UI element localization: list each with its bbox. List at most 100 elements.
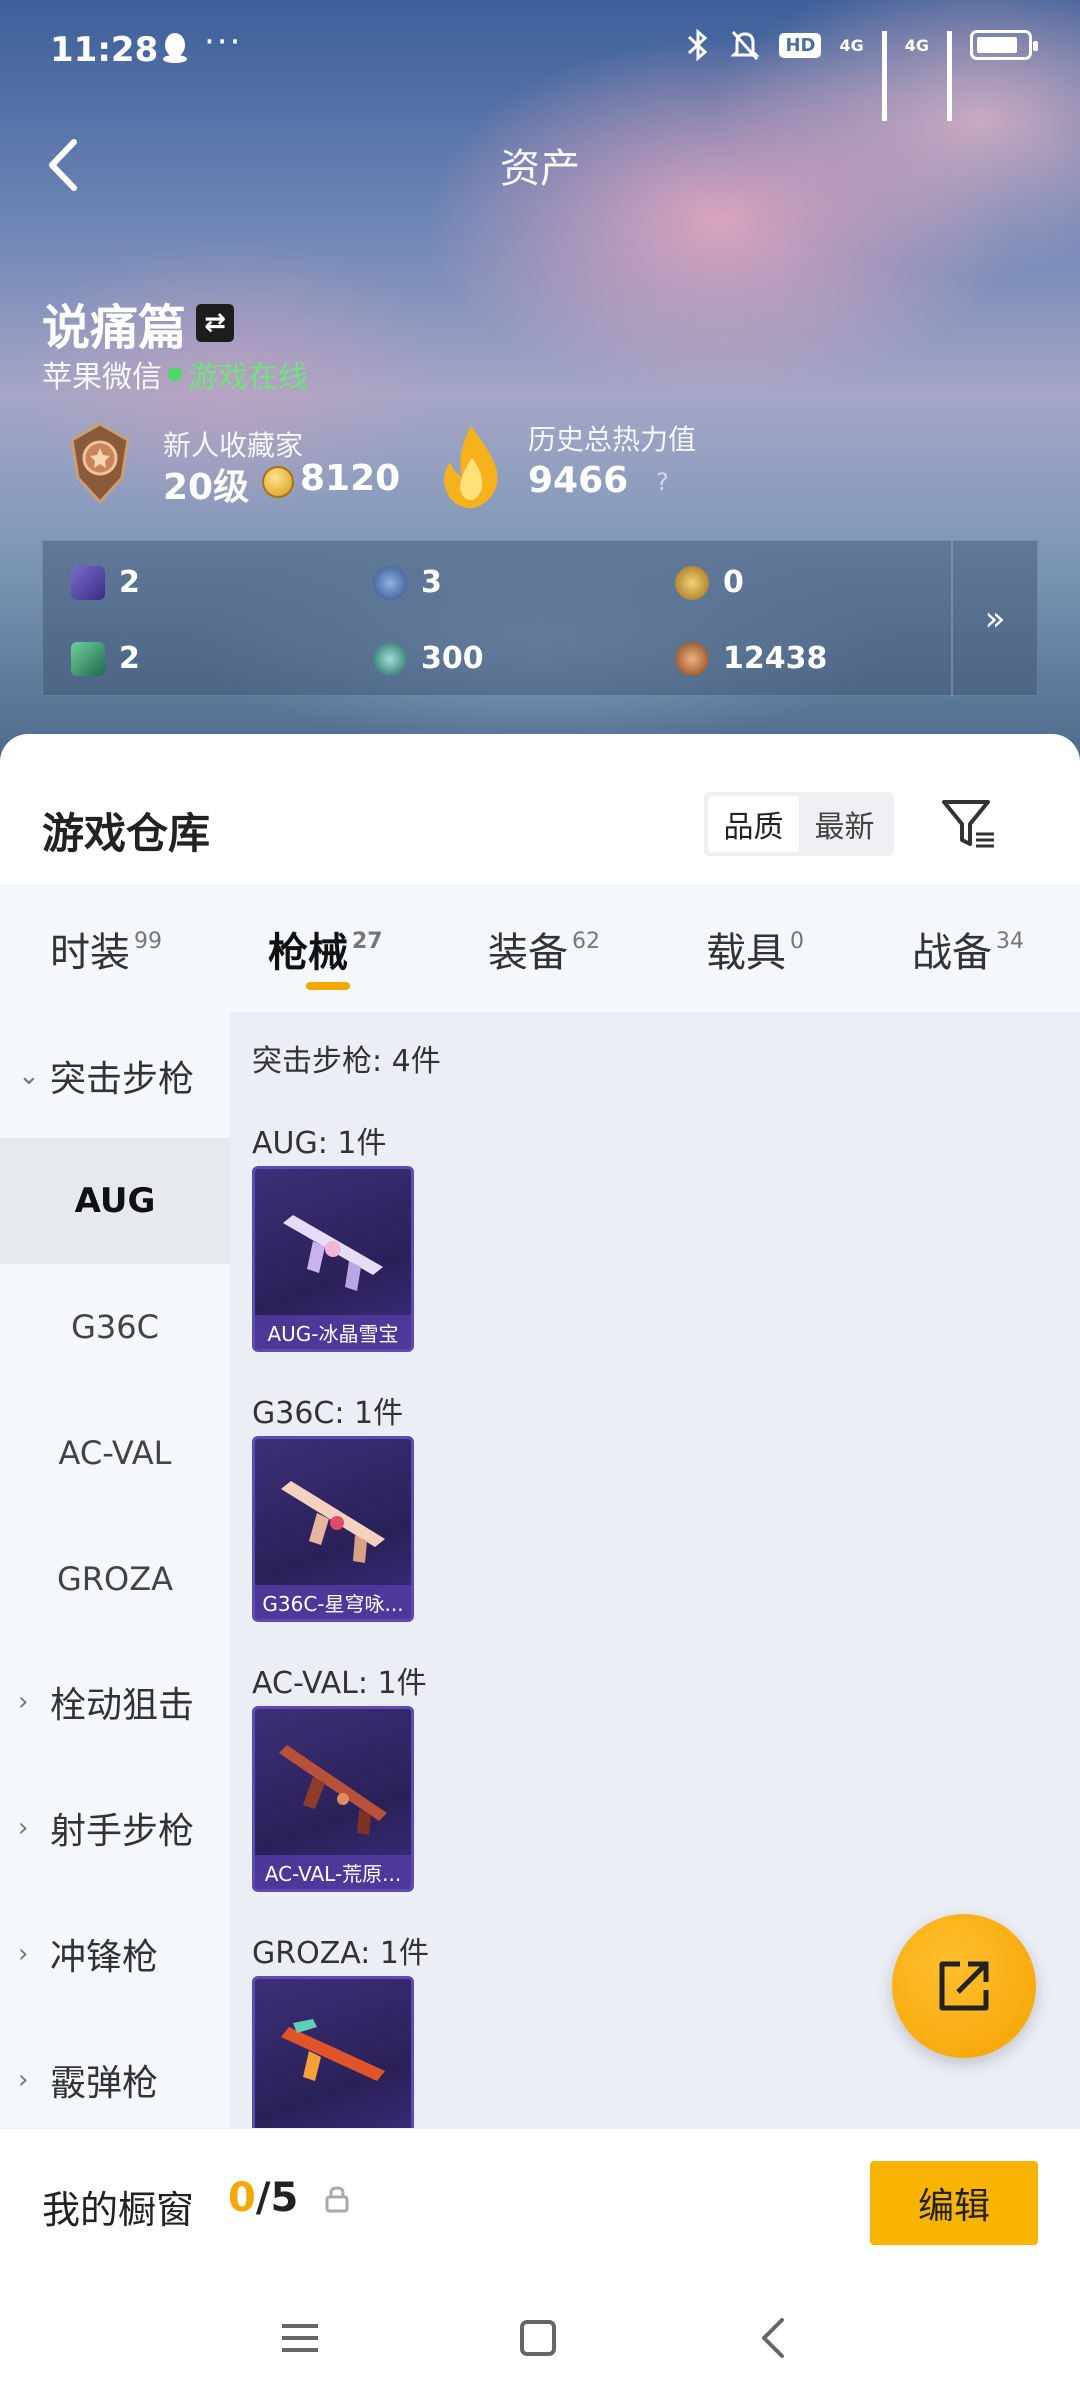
weapon-category-sidebar: ⌄ 突击步枪 AUG G36C AC-VAL GROZA › 栓动狙击 › 射手…: [0, 1012, 230, 2322]
tab-fashion[interactable]: 时装 99: [50, 920, 162, 978]
system-navigation-bar: [0, 2278, 1080, 2400]
online-status: 游戏在线: [188, 360, 308, 395]
sort-newest-option[interactable]: 最新: [799, 796, 890, 852]
green-card-icon: [71, 641, 105, 676]
resource-item: 12438: [675, 641, 827, 676]
ac-val-skin-image: [279, 1745, 387, 1835]
active-tab-indicator: [306, 982, 350, 990]
weapon-skin-card[interactable]: AC-VAL-荒原...: [252, 1706, 414, 1892]
player-name: 说痛篇: [42, 300, 187, 356]
group-label: AUG: 1件: [252, 1126, 387, 1161]
sidebar-item-aug[interactable]: AUG: [0, 1138, 230, 1264]
more-notifications-icon: ···: [204, 22, 243, 62]
tab-vehicles[interactable]: 载具 0: [706, 920, 804, 978]
tab-count: 99: [134, 929, 162, 954]
resource-item: 300: [373, 641, 484, 676]
resource-value: 3: [421, 565, 442, 600]
group-label: GROZA: 1件: [252, 1936, 429, 1971]
category-summary: 突击步枪: 4件: [252, 1044, 441, 1079]
sort-toggle: 品质 最新: [704, 792, 894, 856]
tab-label: 枪械: [268, 930, 348, 976]
chevron-right-icon: ›: [18, 2065, 29, 2095]
chevron-right-icon: ›: [18, 1687, 29, 1717]
flame-icon: [444, 426, 498, 508]
sidebar-category-label: 突击步枪: [50, 1059, 195, 1100]
weapon-skin-card[interactable]: AUG-冰晶雪宝: [252, 1166, 414, 1352]
status-bar: 11:28 ··· HD 4G 4G: [0, 0, 1080, 121]
chevron-right-icon: ›: [18, 1939, 29, 1969]
resource-item: 2: [71, 565, 140, 600]
home-icon[interactable]: [508, 2308, 568, 2368]
bronze-coin-icon: [675, 641, 709, 676]
signal-icon: [881, 31, 887, 121]
player-platform: 苹果微信: [42, 360, 162, 395]
status-icons: HD 4G 4G: [685, 28, 1038, 121]
heat-label: 历史总热力值: [528, 423, 697, 456]
resources-more-button[interactable]: »: [951, 541, 1037, 697]
weapon-skin-card[interactable]: G36C-星穹咏...: [252, 1436, 414, 1622]
teal-coin-icon: [373, 641, 407, 676]
aug-skin-image: [283, 1215, 383, 1291]
external-share-icon: [939, 1961, 989, 2011]
battery-icon: [970, 30, 1038, 60]
status-time: 11:28: [50, 30, 159, 70]
heat-value: 9466: [528, 460, 629, 501]
resource-item: 3: [373, 565, 442, 600]
tab-count: 62: [572, 929, 600, 954]
sidebar-category-assault-rifle[interactable]: ⌄ 突击步枪: [18, 1050, 194, 1102]
sidebar-category-label: 冲锋枪: [50, 1937, 159, 1978]
player-platform-row: 苹果微信 游戏在线: [42, 352, 308, 396]
sidebar-category-smg[interactable]: › 冲锋枪: [18, 1928, 158, 1980]
edit-button[interactable]: 编辑: [870, 2161, 1038, 2245]
tab-label: 载具: [706, 930, 786, 976]
weapon-list: 突击步枪: 4件 AUG: 1件 AUG-冰晶雪宝 G36C: 1件 G36C-…: [230, 1012, 1080, 2322]
switch-account-icon[interactable]: ⇄: [196, 304, 235, 342]
tab-supplies[interactable]: 战备 34: [912, 920, 1024, 978]
share-button[interactable]: [892, 1914, 1036, 2058]
warehouse-title: 游戏仓库: [42, 809, 211, 858]
groza-skin-image: [281, 2019, 385, 2081]
page-title: 资产: [500, 146, 580, 192]
purple-card-icon: [71, 565, 105, 600]
rank-points: 8120: [300, 458, 401, 499]
chevron-down-icon: ⌄: [18, 1061, 40, 1091]
network-4g-label-2: 4G: [904, 35, 929, 55]
resource-panel[interactable]: 2 3 0 2 300 12438 »: [42, 540, 1038, 697]
tab-count: 27: [352, 929, 383, 954]
mute-bell-icon: [730, 31, 761, 60]
tab-firearms[interactable]: 枪械 27: [268, 920, 383, 978]
filter-icon[interactable]: [940, 796, 996, 852]
sidebar-item-ac-val[interactable]: AC-VAL: [0, 1390, 230, 1516]
bluetooth-icon: [688, 28, 708, 62]
player-name-row: 说痛篇 ⇄: [42, 288, 235, 358]
rank-medal-icon: [70, 422, 130, 505]
menu-icon[interactable]: [270, 2308, 330, 2368]
weapon-skin-name: G36C-星穹咏...: [255, 1585, 411, 1619]
rank-points-icon: [262, 466, 294, 498]
sidebar-item-g36c[interactable]: G36C: [0, 1264, 230, 1390]
sidebar-category-bolt-sniper[interactable]: › 栓动狙击: [18, 1676, 194, 1728]
online-status-dot: [168, 367, 182, 381]
weapon-skin-name: AC-VAL-荒原...: [255, 1855, 411, 1889]
sidebar-category-label: 射手步枪: [50, 1811, 195, 1852]
sort-quality-option[interactable]: 品质: [708, 796, 799, 852]
sidebar-category-label: 栓动狙击: [50, 1685, 195, 1726]
resource-item: 0: [675, 565, 744, 600]
tab-label: 战备: [912, 930, 992, 976]
sidebar-category-marksman-rifle[interactable]: › 射手步枪: [18, 1802, 194, 1854]
blue-token-icon: [373, 565, 407, 600]
tab-equipment[interactable]: 装备 62: [488, 920, 600, 978]
sidebar-category-label: 霰弹枪: [50, 2063, 159, 2104]
signal-icon-2: [947, 31, 952, 121]
hd-voice-icon: HD: [779, 32, 822, 58]
back-nav-icon[interactable]: [744, 2308, 804, 2368]
help-icon[interactable]: ?: [656, 468, 669, 496]
resource-value: 300: [421, 641, 484, 676]
showcase-current: 0: [228, 2175, 256, 2221]
sidebar-item-groza[interactable]: GROZA: [0, 1516, 230, 1642]
resource-value: 2: [119, 641, 140, 676]
gold-token-icon: [675, 565, 709, 600]
tab-count: 0: [790, 929, 804, 954]
profile-header: 11:28 ··· HD 4G 4G 资产 说痛篇 ⇄ 苹果微信 游戏在线 新人…: [0, 0, 1080, 760]
sidebar-category-shotgun[interactable]: › 霰弹枪: [18, 2054, 158, 2106]
